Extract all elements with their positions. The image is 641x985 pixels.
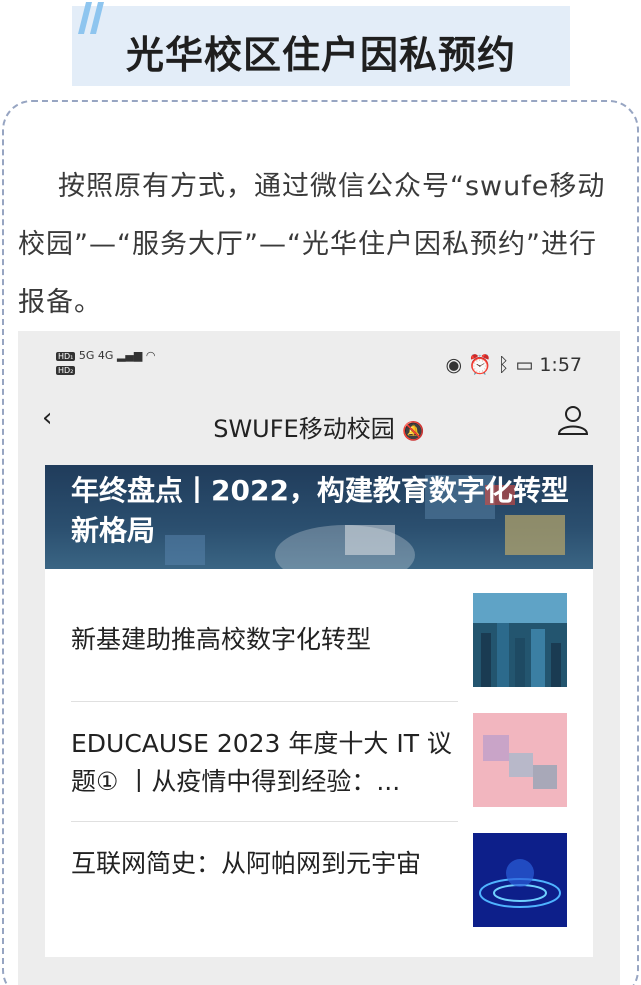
cubes-image	[473, 713, 567, 807]
article-item[interactable]: 互联网简史：从阿帕网到元宇宙	[45, 821, 593, 941]
account-name: SWUFE移动校园	[213, 415, 395, 443]
article-title: 新基建助推高校数字化转型	[71, 625, 372, 654]
status-bar: HD₁ 5G 4G ▂▄▆ ◠ HD₂ ◉ ⏰ ᛒ ▭ 1:57	[18, 331, 620, 381]
network-label: 5G 4G	[78, 349, 114, 362]
instruction-text: 按照原有方式，通过微信公众号“swufe移动校园”—“服务大厅”—“光华住户因私…	[18, 171, 606, 318]
banner-title: 年终盘点丨2022，构建教育数字化转型新格局	[71, 474, 569, 547]
article-item[interactable]: EDUCAUSE 2023 年度十大 IT 议题① 丨从疫情中得到经验：...	[45, 701, 593, 821]
articles-card: 年终盘点丨2022，构建教育数字化转型新格局 新基建助推高校数字化转型 EDUC…	[45, 465, 593, 957]
blue-tech-image	[473, 833, 567, 927]
article-title: 互联网简史：从阿帕网到元宇宙	[71, 849, 422, 878]
battery-icon: ▭	[515, 354, 534, 376]
signal-indicators: HD₁ 5G 4G ▂▄▆ ◠ HD₂	[56, 349, 156, 375]
eye-icon: ◉	[445, 354, 463, 376]
wifi-icon: ◠	[145, 349, 156, 362]
banner-article[interactable]: 年终盘点丨2022，构建教育数字化转型新格局	[45, 465, 593, 569]
city-network-image	[473, 593, 567, 687]
article-title: EDUCAUSE 2023 年度十大 IT 议题① 丨从疫情中得到经验：...	[71, 729, 452, 796]
status-right: ◉ ⏰ ᛒ ▭ 1:57	[446, 353, 582, 376]
mute-bell-icon[interactable]: 🔕	[402, 421, 424, 442]
title-banner: 光华校区住户因私预约	[72, 6, 570, 86]
nav-title: SWUFE移动校园 🔕	[18, 409, 620, 444]
signal-icon: ▂▄▆	[116, 349, 143, 362]
bluetooth-icon: ᛒ	[497, 354, 510, 376]
clock-time: 1:57	[539, 354, 582, 376]
nav-bar: ‹ SWUFE移动校园 🔕	[18, 393, 620, 453]
article-item[interactable]: 新基建助推高校数字化转型	[45, 581, 593, 701]
instruction-paragraph: 按照原有方式，通过微信公众号“swufe移动校园”—“服务大厅”—“光华住户因私…	[18, 158, 624, 332]
user-profile-icon[interactable]	[556, 403, 590, 437]
alarm-icon: ⏰	[468, 354, 492, 376]
quote-marks-icon	[78, 2, 104, 34]
page-title: 光华校区住户因私预约	[125, 33, 516, 77]
phone-screenshot: HD₁ 5G 4G ▂▄▆ ◠ HD₂ ◉ ⏰ ᛒ ▭ 1:57 ‹ SWUFE…	[18, 331, 620, 985]
